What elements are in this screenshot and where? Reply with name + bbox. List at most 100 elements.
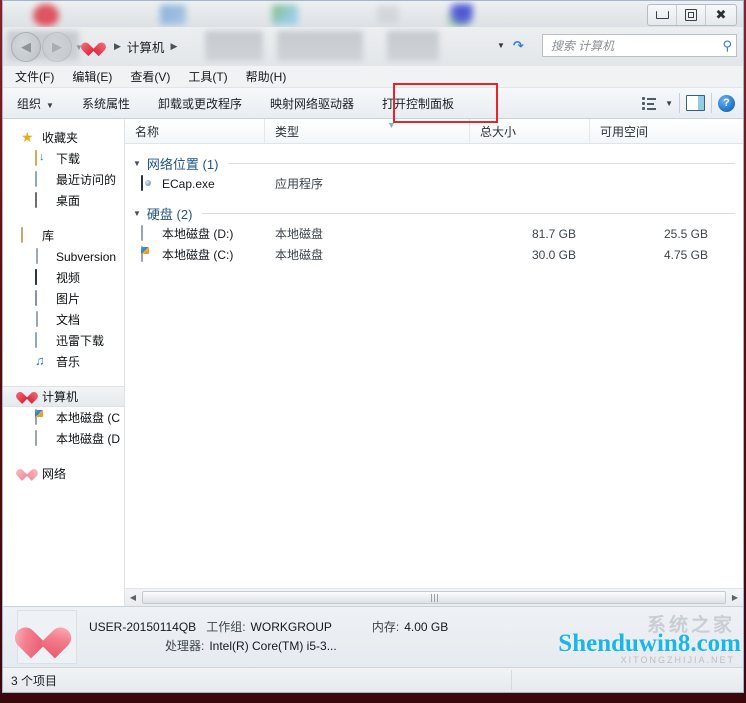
address-dropdown-icon[interactable]: ▼ [497, 41, 505, 50]
processor-value: Intel(R) Core(TM) i5-3... [209, 639, 337, 653]
system-drive-icon [35, 409, 51, 425]
column-header-name[interactable]: 名称 [125, 119, 265, 143]
group-header[interactable]: ▼ 硬盘 (2) [125, 203, 743, 223]
menu-item-view[interactable]: 查看(V) [130, 68, 170, 85]
breadcrumb-blur-left [7, 31, 79, 61]
maximize-button[interactable] [677, 5, 706, 25]
group-title-hard-disks: 硬盘 (2) [146, 206, 193, 222]
navigation-pane: ★ 收藏夹 下载 最近访问的 桌面 库 Subversi [3, 119, 125, 606]
breadcrumb-separator-icon-2[interactable]: ▶ [170, 41, 177, 52]
preview-pane-icon[interactable] [686, 95, 705, 111]
scrollbar-thumb[interactable] [142, 591, 726, 604]
sidebar-item-favorites[interactable]: ★ 收藏夹 [3, 127, 124, 148]
sidebar-label-downloads: 下载 [56, 152, 81, 166]
menu-bar: 文件(F) 编辑(E) 查看(V) 工具(T) 帮助(H) [3, 66, 743, 88]
organize-button[interactable]: 组织 ▼ [3, 95, 68, 112]
map-network-drive-button[interactable]: 映射网络驱动器 [256, 95, 368, 112]
recent-places-icon [35, 171, 51, 187]
column-header-row: 名称 类型 总大小 可用空间 ▼ [125, 119, 743, 144]
star-icon: ★ [21, 129, 34, 145]
sidebar-label-computer: 计算机 [42, 390, 79, 404]
scroll-left-icon[interactable]: ◀ [125, 593, 141, 602]
sidebar-item-computer[interactable]: 计算机 [3, 386, 124, 407]
sidebar-item-pictures[interactable]: 图片 [3, 288, 124, 309]
search-placeholder: 搜索 计算机 [550, 39, 615, 53]
horizontal-scrollbar[interactable]: ◀ ▶ [125, 588, 743, 606]
memory-value: 4.00 GB [404, 620, 449, 634]
uninstall-change-program-button[interactable]: 卸载或更改程序 [144, 95, 256, 112]
breadcrumb-blur-3 [387, 31, 439, 61]
computer-thumbnail [17, 610, 77, 664]
sidebar-item-xunlei-download[interactable]: 迅雷下载 [3, 330, 124, 351]
explorer-window: ✖ ◀ ▶ ▼ ▶ 计算机 ▶ ▼ ↷ 搜索 计算机 ⚲ [2, 0, 744, 693]
breadcrumb-blur-2 [277, 31, 363, 61]
sidebar-item-desktop[interactable]: 桌面 [3, 190, 124, 211]
sidebar-item-local-disk-d[interactable]: 本地磁盘 (D [3, 428, 124, 449]
application-icon [141, 175, 157, 191]
scrollbar-track[interactable] [141, 590, 727, 605]
sidebar-item-local-disk-c[interactable]: 本地磁盘 (C [3, 407, 124, 428]
group-title-network-location: 网络位置 (1) [146, 156, 219, 172]
explorer-body: ★ 收藏夹 下载 最近访问的 桌面 库 Subversi [3, 119, 743, 606]
row-type-cell: 本地磁盘 [275, 248, 324, 262]
group-collapse-icon[interactable]: ▼ [133, 209, 141, 218]
details-line-2: 处理器: Intel(R) Core(TM) i5-3... [165, 637, 743, 656]
file-list-pane: 名称 类型 总大小 可用空间 ▼ ▼ 网络位置 (1) ECap.exe 应用程… [125, 119, 743, 606]
search-input[interactable]: 搜索 计算机 ⚲ [541, 34, 737, 57]
scroll-right-icon[interactable]: ▶ [727, 593, 743, 602]
system-properties-button[interactable]: 系统属性 [68, 95, 144, 112]
chevron-down-icon: ▼ [46, 100, 54, 110]
table-row[interactable]: 本地磁盘 (C:) 本地磁盘 30.0 GB 4.75 GB [125, 244, 743, 265]
change-view-icon[interactable] [642, 96, 657, 110]
sidebar-item-videos[interactable]: 视频 [3, 267, 124, 288]
view-chevron-down-icon[interactable]: ▼ [665, 99, 673, 108]
table-row[interactable]: 本地磁盘 (D:) 本地磁盘 81.7 GB 25.5 GB [125, 223, 743, 244]
sidebar-label-local-disk-d: 本地磁盘 (D [56, 432, 120, 446]
column-header-type[interactable]: 类型 [265, 119, 470, 143]
close-button[interactable]: ✖ [706, 5, 736, 25]
column-header-free-space[interactable]: 可用空间 [590, 119, 720, 143]
sidebar-item-recent[interactable]: 最近访问的 [3, 169, 124, 190]
sidebar-label-favorites: 收藏夹 [42, 131, 79, 145]
sidebar-label-music: 音乐 [56, 355, 81, 369]
sidebar-item-music[interactable]: ♫ 音乐 [3, 351, 124, 372]
menu-item-edit[interactable]: 编辑(E) [72, 68, 112, 85]
heart-icon [28, 620, 66, 654]
sidebar-item-libraries[interactable]: 库 [3, 225, 124, 246]
desktop-icon [35, 192, 51, 208]
title-bar: ✖ [3, 1, 743, 27]
sidebar-label-xunlei: 迅雷下载 [56, 334, 105, 348]
sidebar-item-downloads[interactable]: 下载 [3, 148, 124, 169]
group-header[interactable]: ▼ 网络位置 (1) [125, 153, 743, 173]
libraries-icon [21, 227, 37, 243]
desktop-icon-ghost-blue [153, 1, 193, 27]
details-pane: USER-20150114QB 工作组: WORKGROUP 内存: 4.00 … [3, 606, 743, 667]
sidebar-item-documents[interactable]: 文档 [3, 309, 124, 330]
refresh-icon[interactable]: ↷ [513, 38, 524, 54]
sidebar-label-videos: 视频 [56, 271, 81, 285]
sidebar-item-subversion[interactable]: Subversion [3, 246, 124, 267]
menu-item-tools[interactable]: 工具(T) [188, 68, 227, 85]
maximize-icon [685, 9, 697, 21]
scrollbar-grip-icon [430, 593, 438, 602]
sidebar-label-network: 网络 [42, 467, 67, 481]
minimize-button[interactable] [648, 5, 677, 25]
status-divider [511, 670, 512, 690]
breadcrumb-item-computer[interactable]: 计算机 [127, 37, 165, 56]
group-network-location: ▼ 网络位置 (1) ECap.exe 应用程序 [125, 153, 743, 194]
table-row[interactable]: ECap.exe 应用程序 [125, 173, 743, 194]
menu-item-file[interactable]: 文件(F) [15, 68, 54, 85]
minimize-icon [655, 11, 669, 19]
breadcrumb-blur-1 [205, 31, 263, 61]
open-control-panel-button[interactable]: 打开控制面板 [368, 95, 468, 112]
menu-item-help[interactable]: 帮助(H) [246, 68, 287, 85]
document-icon [35, 311, 51, 327]
sidebar-label-pictures: 图片 [56, 292, 81, 306]
sidebar-label-local-disk-c: 本地磁盘 (C [56, 411, 120, 425]
help-icon[interactable]: ? [718, 94, 735, 112]
group-collapse-icon[interactable]: ▼ [133, 159, 141, 168]
breadcrumb[interactable]: ▶ 计算机 ▶ [7, 27, 493, 66]
sidebar-item-network[interactable]: 网络 [3, 463, 124, 484]
column-header-total-size[interactable]: 总大小 [470, 119, 590, 143]
workgroup-label: 工作组: [206, 620, 246, 634]
